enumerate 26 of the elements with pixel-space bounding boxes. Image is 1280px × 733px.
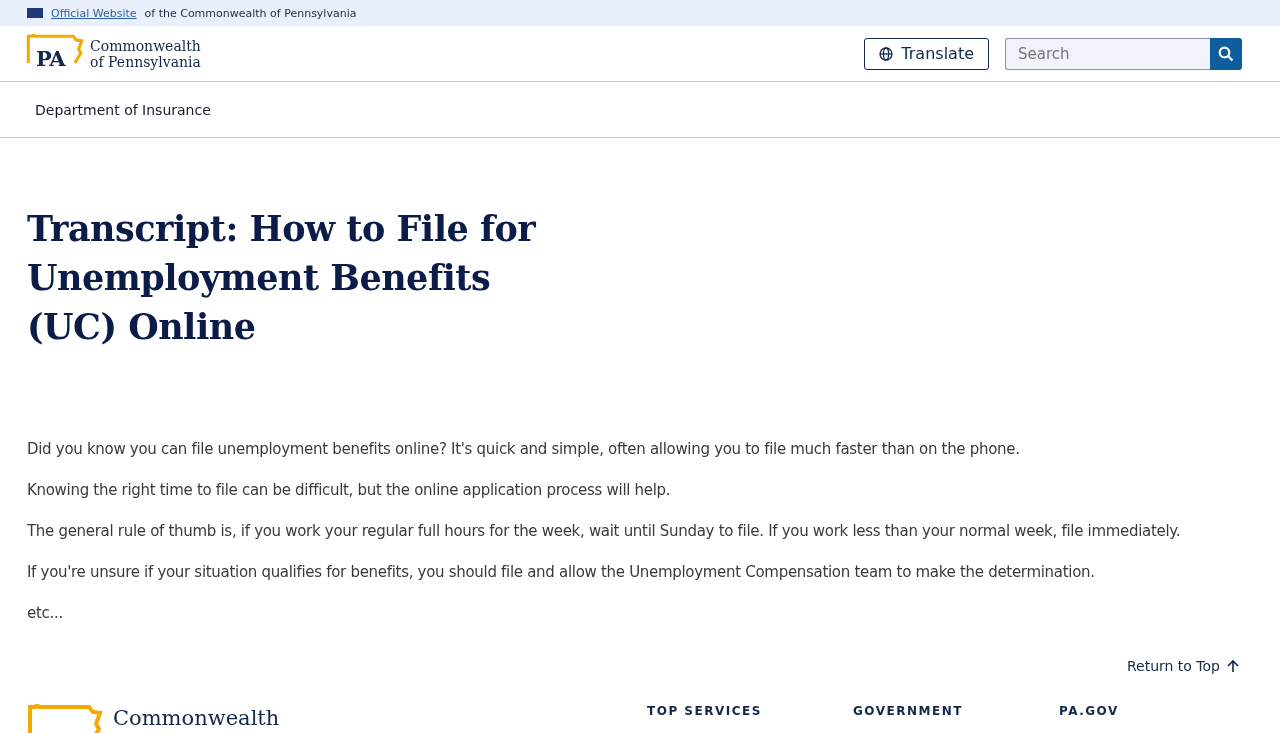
state-outline-icon — [26, 33, 84, 64]
return-to-top-link[interactable]: Return to Top — [1126, 658, 1240, 674]
footer-heading: TOP SERVICES — [647, 704, 763, 720]
banner-text: of the Commonwealth of Pennsylvania — [144, 6, 357, 20]
footer-heading: GOVERNMENT — [853, 704, 964, 720]
paragraph: If you're unsure if your situation qualifies for benefits, you should file and allow the Unemployment Compensation team to make the determination. — [27, 562, 1096, 583]
department-title[interactable]: Department of Insurance — [35, 101, 211, 118]
globe-icon — [879, 46, 894, 61]
paragraph: The general rule of thumb is, if you work your regular full hours for the week, wait until Sunday to file. If you work less than your normal week, file immediately. — [27, 521, 1182, 542]
official-website-link[interactable]: Official Website — [51, 6, 137, 20]
footer-heading: PA.GOV — [1059, 704, 1120, 720]
state-outline-icon — [27, 704, 103, 733]
translate-button[interactable]: Translate — [864, 37, 989, 70]
logo-mark: PA — [36, 47, 65, 69]
search-button[interactable] — [1210, 37, 1242, 70]
search-icon — [1218, 45, 1234, 62]
paragraph: Did you know you can file unemployment benefits online? It's quick and simple, often allowing you to file much faster than on the phone. — [27, 439, 1021, 460]
footer-logo-text: Commonwealth — [113, 708, 280, 732]
arrow-up-icon — [1226, 659, 1240, 673]
paragraph: Knowing the right time to file can be difficult, but the online application process will help. — [27, 480, 672, 501]
page-title: Transcript: How to File for Unemployment Benefits (UC) Online — [27, 207, 537, 349]
logo-text: Commonwealth — [90, 37, 201, 54]
search-field[interactable]: Search — [1005, 37, 1210, 70]
logo-text: of Pennsylvania — [90, 53, 201, 70]
flag-icon — [27, 8, 43, 18]
paragraph: etc... — [27, 603, 64, 624]
